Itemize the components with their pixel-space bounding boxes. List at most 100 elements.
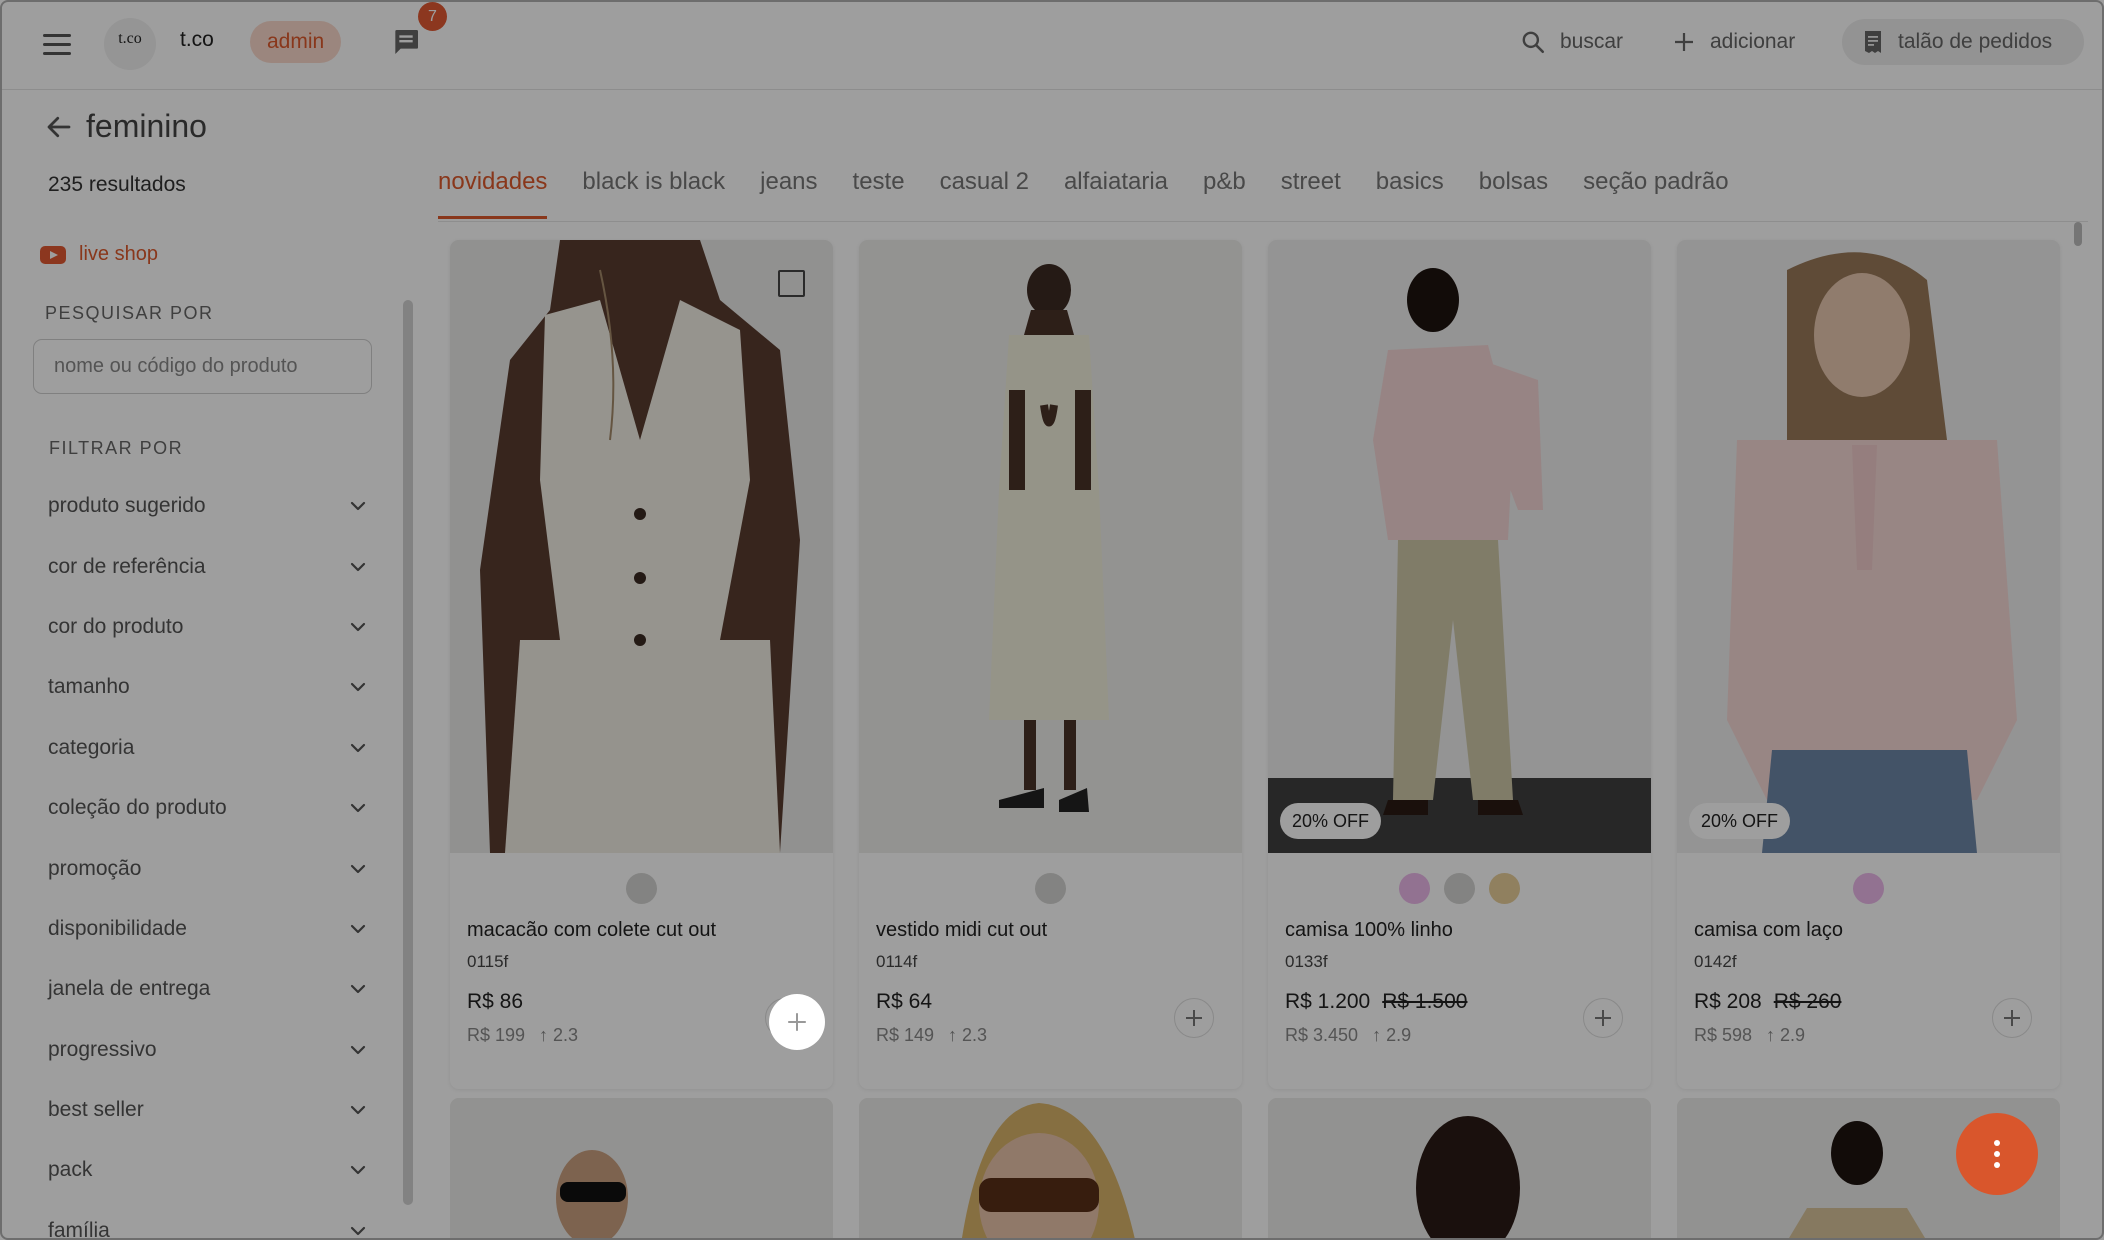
main-scrollbar[interactable] (2074, 222, 2082, 246)
product-price: R$ 208 R$ 260 (1694, 990, 1841, 1014)
product-card[interactable] (1268, 1098, 1651, 1240)
color-swatch[interactable] (1399, 873, 1430, 904)
filter-label: disponibilidade (48, 916, 187, 940)
discount-badge: 20% OFF (1280, 803, 1382, 839)
product-image[interactable]: 20% OFF (1268, 240, 1651, 853)
tab-5[interactable]: alfaiataria (1064, 168, 1168, 219)
filter-item[interactable]: best seller (48, 1080, 368, 1140)
product-price: R$ 86 (467, 990, 523, 1014)
filter-item[interactable]: progressivo (48, 1020, 368, 1080)
chat-icon[interactable] (390, 26, 422, 58)
color-swatch[interactable] (1035, 873, 1066, 904)
chevron-down-icon[interactable] (348, 859, 368, 879)
color-swatch[interactable] (1853, 873, 1884, 904)
sidebar-scrollbar[interactable] (403, 300, 413, 1205)
filter-label: best seller (48, 1098, 144, 1122)
color-swatch[interactable] (1489, 873, 1520, 904)
color-swatch[interactable] (1444, 873, 1475, 904)
add-to-cart-button[interactable] (1992, 998, 2032, 1038)
highlighted-add-button[interactable] (769, 994, 825, 1050)
color-swatches (1268, 873, 1651, 904)
filter-label: categoria (48, 735, 135, 759)
product-name[interactable]: macacão com colete cut out (467, 919, 716, 942)
product-code: 0133f (1285, 952, 1328, 971)
filter-item[interactable]: coleção do produto (48, 778, 368, 838)
chevron-down-icon[interactable] (348, 738, 368, 758)
chevron-down-icon[interactable] (348, 1160, 368, 1180)
select-checkbox[interactable] (778, 270, 805, 297)
price-value: R$ 1.200 (1285, 990, 1371, 1013)
product-card[interactable]: macacão com colete cut out 0115f R$ 86 R… (450, 240, 833, 1089)
dot-icon (1994, 1140, 2000, 1146)
menu-icon[interactable] (40, 28, 74, 62)
filter-item[interactable]: cor de referência (48, 536, 368, 596)
filter-item[interactable]: tamanho (48, 657, 368, 717)
plus-icon (1595, 1010, 1611, 1026)
product-name[interactable]: camisa com laço (1694, 919, 1843, 942)
admin-badge[interactable]: admin (250, 21, 342, 63)
store-logo[interactable]: t.co (104, 18, 156, 70)
live-shop-link[interactable]: live shop (40, 243, 158, 266)
chevron-down-icon[interactable] (348, 1221, 368, 1240)
product-search-input[interactable] (33, 339, 372, 394)
tab-1[interactable]: black is black (582, 168, 725, 219)
product-image[interactable] (859, 240, 1242, 853)
filter-item[interactable]: família (48, 1201, 368, 1240)
notification-count-badge: 7 (418, 2, 447, 31)
chevron-down-icon[interactable] (348, 979, 368, 999)
chevron-down-icon[interactable] (348, 677, 368, 697)
filter-item[interactable]: disponibilidade (48, 899, 368, 959)
filter-item[interactable]: promoção (48, 838, 368, 898)
chevron-down-icon[interactable] (348, 1100, 368, 1120)
filter-item[interactable]: cor do produto (48, 597, 368, 657)
tab-2[interactable]: jeans (760, 168, 817, 219)
filter-item[interactable]: janela de entrega (48, 959, 368, 1019)
markup-value: 2.3 (962, 1025, 988, 1045)
tabs-divider (438, 221, 2088, 222)
product-image[interactable] (450, 240, 833, 853)
product-name[interactable]: camisa 100% linho (1285, 919, 1453, 942)
tab-3[interactable]: teste (853, 168, 905, 219)
filter-item[interactable]: pack (48, 1140, 368, 1200)
chevron-down-icon[interactable] (348, 617, 368, 637)
product-card[interactable]: 20% OFF camisa com laço 0142f R$ 208 R$ … (1677, 240, 2060, 1089)
add-to-cart-button[interactable] (1174, 998, 1214, 1038)
product-price: R$ 64 (876, 990, 932, 1014)
order-book-label: talão de pedidos (1898, 30, 2053, 53)
chevron-down-icon[interactable] (348, 557, 368, 577)
tab-8[interactable]: basics (1376, 168, 1444, 219)
tab-10[interactable]: seção padrão (1583, 168, 1728, 219)
filter-label: promoção (48, 856, 142, 880)
retail-info: R$ 3.450 ↑ 2.9 (1285, 1025, 1411, 1046)
chevron-down-icon[interactable] (348, 798, 368, 818)
chevron-down-icon[interactable] (348, 496, 368, 516)
color-swatches (450, 873, 833, 904)
chevron-down-icon[interactable] (348, 1040, 368, 1060)
tab-0[interactable]: novidades (438, 168, 548, 219)
add-to-cart-button[interactable] (1583, 998, 1623, 1038)
product-name[interactable]: vestido midi cut out (876, 919, 1047, 942)
product-card[interactable] (859, 1098, 1242, 1240)
product-card[interactable] (450, 1098, 833, 1240)
product-card[interactable]: vestido midi cut out 0114f R$ 64 R$ 149 … (859, 240, 1242, 1089)
tab-7[interactable]: street (1281, 168, 1341, 219)
color-swatch[interactable] (626, 873, 657, 904)
product-card[interactable]: 20% OFF camisa 100% linho 0133f R$ 1.200… (1268, 240, 1651, 1089)
order-book-button[interactable]: talão de pedidos (1842, 19, 2084, 65)
markup-value: 2.9 (1780, 1025, 1806, 1045)
search-button[interactable]: buscar (1520, 24, 1623, 60)
filter-label: pack (48, 1158, 93, 1182)
original-price: R$ 260 (1773, 990, 1842, 1013)
chevron-down-icon[interactable] (348, 919, 368, 939)
filter-item[interactable]: categoria (48, 718, 368, 778)
product-image[interactable]: 20% OFF (1677, 240, 2060, 853)
filter-label: tamanho (48, 675, 130, 699)
tab-6[interactable]: p&b (1203, 168, 1246, 219)
tab-9[interactable]: bolsas (1479, 168, 1548, 219)
product-price: R$ 1.200 R$ 1.500 (1285, 990, 1467, 1014)
tab-4[interactable]: casual 2 (940, 168, 1029, 219)
more-options-fab[interactable] (1956, 1113, 2038, 1195)
add-button[interactable]: adicionar (1672, 24, 1795, 60)
filter-item[interactable]: produto sugerido (48, 476, 368, 536)
back-arrow-icon[interactable] (44, 112, 74, 142)
